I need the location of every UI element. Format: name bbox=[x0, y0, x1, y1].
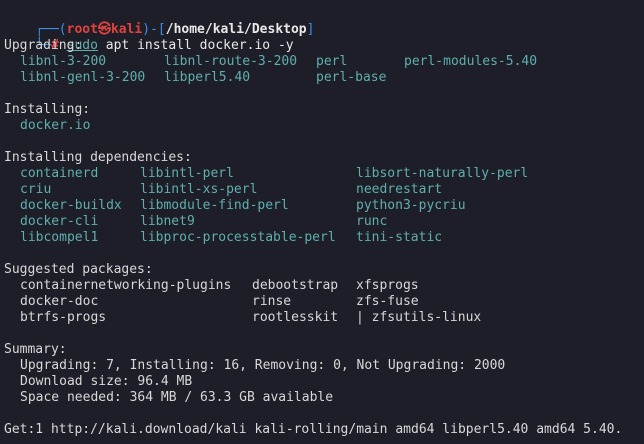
package-name: libcompel1 bbox=[20, 230, 99, 245]
package-name: | zfsutils-linux bbox=[356, 310, 482, 325]
package-name: perl-modules-5.40 bbox=[404, 54, 538, 69]
package-name: containernetworking-plugins bbox=[20, 278, 232, 293]
package-name: python3-pycriu bbox=[356, 198, 466, 213]
package-name: libproc-processtable-perl bbox=[140, 230, 336, 245]
package-name: debootstrap bbox=[252, 278, 339, 293]
package-name: xfsprogs bbox=[356, 278, 419, 293]
dependencies-row: criu libintl-xs-perl needrestart bbox=[4, 182, 644, 198]
package-name: perl bbox=[316, 54, 348, 69]
package-name: libmodule-find-perl bbox=[140, 198, 289, 213]
suggested-row: docker-doc rinse zfs-fuse bbox=[4, 294, 644, 310]
package-name: libnet9 bbox=[140, 214, 195, 229]
command-line: └─# sudo apt install docker.io -y bbox=[35, 38, 294, 53]
download-progress-line: Get:1 http://kali.download/kali kali-rol… bbox=[4, 422, 623, 437]
package-name: docker-buildx bbox=[20, 198, 122, 213]
package-name: btrfs-progs bbox=[20, 310, 107, 325]
summary-heading: Summary: bbox=[4, 342, 67, 357]
package-name: tini-static bbox=[356, 230, 443, 245]
summary-line: Space needed: 364 MB / 63.3 GB available bbox=[4, 390, 644, 406]
package-name: docker-doc bbox=[20, 294, 99, 309]
package-name: libperl5.40 bbox=[164, 70, 251, 85]
summary-download-size: Download size: 96.4 MB bbox=[20, 374, 193, 389]
package-name: zfs-fuse bbox=[356, 294, 419, 309]
suggested-heading: Suggested packages: bbox=[4, 262, 153, 277]
package-name: docker-cli bbox=[20, 214, 99, 229]
upgrading-row: libnl-3-200 libnl-route-3-200 perl perl-… bbox=[4, 54, 644, 70]
package-name: containerd bbox=[20, 166, 99, 181]
package-name: libnl-genl-3-200 bbox=[20, 70, 146, 85]
package-name: libnl-route-3-200 bbox=[164, 54, 298, 69]
upgrading-row: libnl-genl-3-200 libperl5.40 perl-base bbox=[4, 70, 644, 86]
installing-row: docker.io bbox=[4, 118, 644, 134]
package-name: rinse bbox=[252, 294, 292, 309]
package-name: docker.io bbox=[20, 118, 91, 133]
package-name: libintl-xs-perl bbox=[140, 182, 258, 197]
package-name: needrestart bbox=[356, 182, 443, 197]
dependencies-row: containerd libintl-perl libsort-naturall… bbox=[4, 166, 644, 182]
summary-counts: Upgrading: 7, Installing: 16, Removing: … bbox=[20, 358, 506, 373]
summary-line: Upgrading: 7, Installing: 16, Removing: … bbox=[4, 358, 644, 374]
package-name: libsort-naturally-perl bbox=[356, 166, 529, 181]
prompt-header-line: ┌──(root㉿kali)-[/home/kali/Desktop] bbox=[35, 22, 315, 37]
package-name: criu bbox=[20, 182, 52, 197]
summary-line: Download size: 96.4 MB bbox=[4, 374, 644, 390]
upgrading-heading: Upgrading: bbox=[4, 38, 83, 53]
package-name: libnl-3-200 bbox=[20, 54, 107, 69]
summary-space-needed: Space needed: 364 MB / 63.3 GB available bbox=[20, 390, 334, 405]
package-name: perl-base bbox=[316, 70, 387, 85]
suggested-row: btrfs-progs rootlesskit | zfsutils-linux bbox=[4, 310, 644, 326]
dependencies-heading: Installing dependencies: bbox=[4, 150, 192, 165]
installing-heading: Installing: bbox=[4, 102, 91, 117]
package-name: libintl-perl bbox=[140, 166, 234, 181]
dependencies-row: libcompel1 libproc-processtable-perl tin… bbox=[4, 230, 644, 246]
package-name: runc bbox=[356, 214, 388, 229]
dependencies-row: docker-cli libnet9 runc bbox=[4, 214, 644, 230]
terminal-window[interactable]: ┌──(root㉿kali)-[/home/kali/Desktop] └─# … bbox=[0, 0, 644, 444]
package-name: rootlesskit bbox=[252, 310, 339, 325]
dependencies-row: docker-buildx libmodule-find-perl python… bbox=[4, 198, 644, 214]
suggested-row: containernetworking-plugins debootstrap … bbox=[4, 278, 644, 294]
